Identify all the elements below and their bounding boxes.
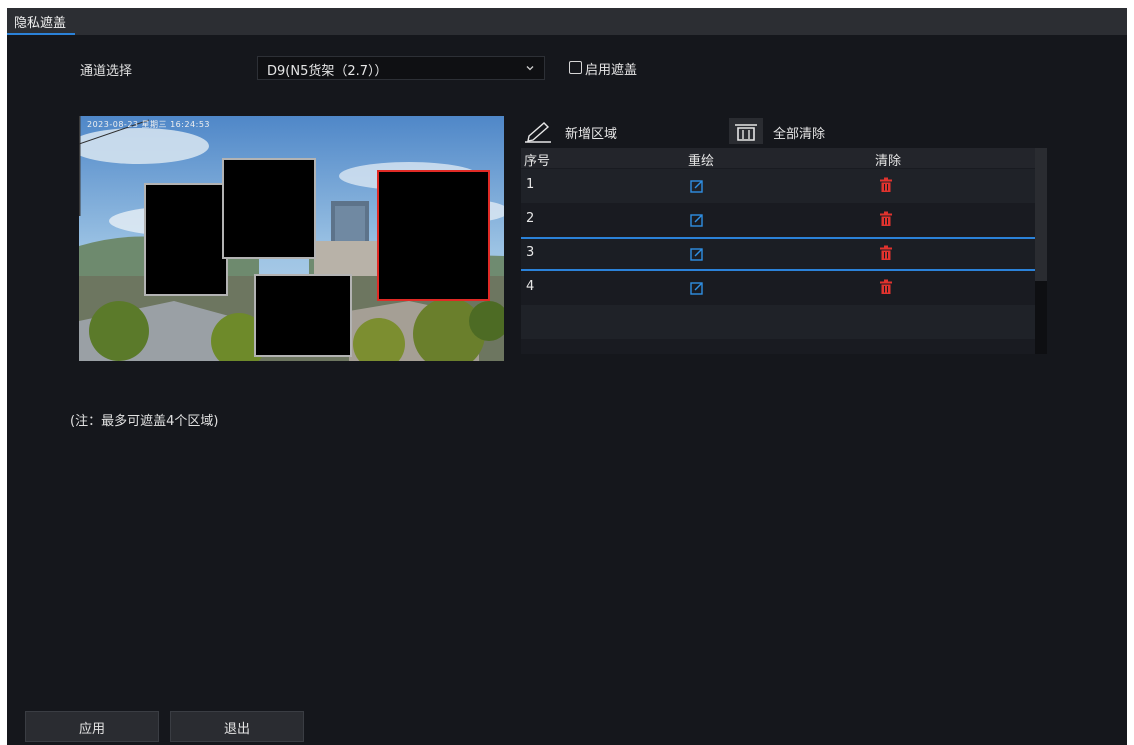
apply-button[interactable]: 应用	[25, 711, 159, 742]
table-row-selected[interactable]: 3	[521, 237, 1035, 271]
col-no-header: 序号	[524, 154, 551, 169]
max-regions-note: (注：最多可遮盖4个区域)	[70, 414, 219, 429]
mask-region-3[interactable]	[377, 170, 490, 301]
channel-select[interactable]: D9(N5货架（2.7））	[257, 56, 545, 80]
delete-icon[interactable]	[879, 245, 893, 261]
tab-privacy-mask[interactable]: 隐私遮盖	[7, 8, 76, 35]
table-scrollbar-thumb[interactable]	[1035, 148, 1047, 281]
col-redraw-header: 重绘	[688, 154, 715, 169]
edit-icon[interactable]	[690, 281, 704, 295]
table-scrollbar[interactable]	[1035, 148, 1047, 354]
exit-button[interactable]: 退出	[170, 711, 304, 742]
camera-osd-timestamp: 2023-08-23 星期三 16:24:53	[87, 120, 211, 129]
table-row[interactable]: 4	[521, 271, 1035, 305]
chevron-down-icon	[526, 66, 534, 71]
edit-icon[interactable]	[690, 213, 704, 227]
region-table: 序号 重绘 清除 1 2 3 4	[521, 148, 1035, 354]
clear-all-button[interactable]: 全部清除	[729, 118, 859, 144]
table-row[interactable]: 2	[521, 203, 1035, 237]
row-number: 2	[526, 211, 535, 226]
delete-icon[interactable]	[879, 211, 893, 227]
tab-bar: 隐私遮盖	[7, 8, 1127, 35]
camera-preview[interactable]: 2023-08-23 星期三 16:24:53	[79, 116, 504, 361]
col-delete-header: 清除	[875, 154, 902, 169]
mask-region-2[interactable]	[222, 158, 316, 259]
mask-region-1[interactable]	[144, 183, 228, 296]
trash-bin-icon	[729, 118, 763, 144]
privacy-mask-page: 隐私遮盖 通道选择 D9(N5货架（2.7）） 启用遮盖 2023-08-23 …	[7, 8, 1127, 745]
channel-label: 通道选择	[80, 64, 133, 79]
enable-mask-label: 启用遮盖	[585, 63, 638, 78]
row-number: 4	[526, 279, 535, 294]
delete-icon[interactable]	[879, 177, 893, 193]
table-row[interactable]: 1	[521, 169, 1035, 203]
row-number: 3	[526, 245, 535, 260]
table-header: 序号 重绘 清除	[521, 148, 1035, 169]
channel-select-value: D9(N5货架（2.7））	[267, 64, 388, 79]
add-region-button[interactable]: 新增区域	[521, 118, 641, 144]
table-row-empty	[521, 339, 1035, 354]
add-region-label: 新增区域	[565, 127, 618, 142]
mask-region-4[interactable]	[254, 274, 352, 357]
pencil-icon	[525, 122, 551, 143]
delete-icon[interactable]	[879, 279, 893, 295]
table-row-empty	[521, 305, 1035, 339]
edit-icon[interactable]	[690, 247, 704, 261]
enable-mask-checkbox[interactable]	[569, 61, 582, 74]
clear-all-label: 全部清除	[773, 127, 826, 142]
edit-icon[interactable]	[690, 179, 704, 193]
row-number: 1	[526, 177, 535, 192]
